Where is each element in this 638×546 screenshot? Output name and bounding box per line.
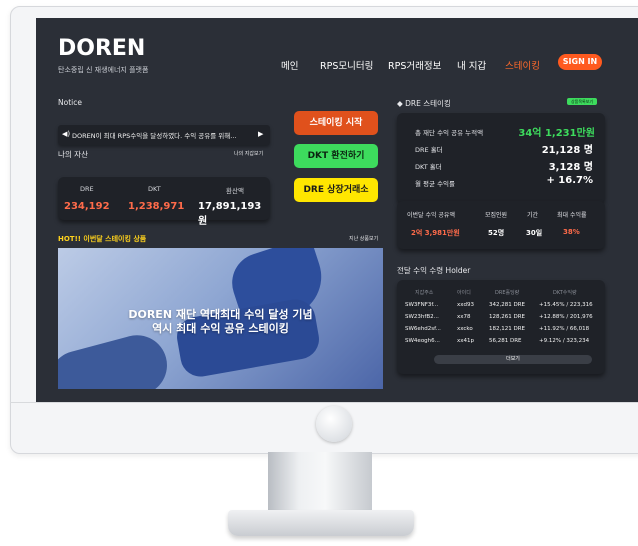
asset-value-dkt: 1,238,971 — [128, 201, 185, 212]
share-value-max-return: 38% — [563, 228, 580, 236]
share-value-period: 30일 — [526, 229, 543, 237]
share-value-amount: 2억 3,981만원 — [411, 229, 460, 237]
table-row-id: xx78 — [457, 314, 471, 320]
table-row-dkt: +15.45% / 223,316 — [539, 302, 593, 308]
table-row-wallet: SW6ehd2sf... — [405, 326, 441, 332]
stat-value-monthly-return: + 16.7% — [546, 175, 593, 186]
nav-staking[interactable]: 스테이킹 — [505, 58, 540, 72]
my-assets-label: 나의 자산 — [58, 150, 88, 159]
table-row-wallet: SW3FNF3f... — [405, 302, 439, 308]
stat-value-total: 34억 1,231만원 — [518, 128, 595, 139]
holders-header-dkt: DKT수익량 — [553, 290, 577, 296]
asset-value-dre: 234,192 — [64, 201, 110, 212]
holders-title: 전달 수익 수령 Holder — [397, 266, 471, 275]
table-row-dkt: +11.92% / 66,018 — [539, 326, 590, 332]
asset-card: DRE DKT 환산액 234,192 1,238,971 17,891,193… — [58, 177, 270, 227]
holders-header-dre: DRE홀딩량 — [495, 290, 520, 296]
past-products-link[interactable]: 지난 상품보기 — [349, 235, 378, 242]
dre-exchange-button[interactable]: DRE 상장거래소 — [294, 178, 378, 202]
speaker-icon: ◀) — [62, 130, 71, 138]
share-value-members: 52명 — [488, 229, 505, 237]
stat-value-dre-holders: 21,128 명 — [541, 145, 593, 156]
asset-header-krw: 환산액 — [226, 187, 244, 195]
table-row-dkt: +12.88% / 201,976 — [539, 314, 593, 320]
stat-label-dre-holders: DRE 홀더 — [415, 146, 443, 154]
table-row-dre: 128,261 DRE — [489, 314, 526, 320]
power-button-icon — [316, 406, 352, 442]
dre-staking-title: ◆ DRE 스테이킹 — [397, 99, 451, 108]
hot-product-label: HOT!! 이번달 스테이킹 상품 — [58, 235, 147, 243]
stat-label-total: 총 재단 수익 공유 누적액 — [415, 129, 484, 137]
staking-start-button[interactable]: 스테이킹 시작 — [294, 111, 378, 135]
monitor-chin-divider — [10, 402, 638, 403]
table-row-dre: 56,281 DRE — [489, 338, 522, 344]
nav-rps-monitoring[interactable]: RPS모니터링 — [320, 58, 373, 72]
more-button[interactable]: 더보기 — [434, 355, 592, 364]
nav-rps-trade-info[interactable]: RPS거래정보 — [388, 58, 441, 72]
table-row-id: xxcko — [457, 326, 473, 332]
share-header-members: 모집인원 — [485, 212, 508, 219]
notice-bar[interactable]: ◀) DOREN이 최대 RPS수익을 달성하였다. 수익 공유를 위해... … — [58, 125, 270, 145]
sign-in-button[interactable]: SIGN IN — [558, 54, 602, 70]
puzzle-hand-image — [58, 328, 174, 389]
asset-header-dre: DRE — [80, 185, 94, 193]
share-header-period: 기간 — [527, 212, 539, 219]
share-header-max-return: 최대 수익률 — [557, 212, 587, 219]
holders-header-wallet: 지갑주소 — [415, 290, 434, 296]
asset-header-dkt: DKT — [148, 185, 161, 193]
table-row-wallet: SW23hfB2... — [405, 314, 439, 320]
holders-header-id: 아이디 — [457, 290, 471, 296]
dre-stats-card: 총 재단 수익 공유 누적액 34억 1,231만원 DRE 홀더 21,128… — [397, 113, 605, 203]
monthly-share-card: 이번달 수익 공유액 모집인원 기간 최대 수익률 2억 3,981만원 52명… — [397, 201, 605, 249]
logo[interactable]: DOREN — [58, 36, 145, 61]
asset-value-krw: 17,891,193 원 — [198, 201, 262, 227]
banner-subtitle: 역시 최대 수익 공유 스테이킹 — [152, 322, 289, 335]
notice-text[interactable]: DOREN이 최대 RPS수익을 달성하였다. 수익 공유를 위해... — [72, 130, 236, 140]
website-screen: DOREN 탄소중립 신 재생에너지 플랫폼 메인 RPS모니터링 RPS거래정… — [36, 18, 638, 402]
monitor-stand-base — [228, 510, 414, 536]
nav-my-wallet[interactable]: 내 지갑 — [457, 58, 486, 72]
table-row-dre: 342,281 DRE — [489, 302, 526, 308]
stat-value-dkt-holders: 3,128 명 — [548, 162, 593, 173]
table-row-id: xxd93 — [457, 302, 474, 308]
dkt-exchange-button[interactable]: DKT 환전하기 — [294, 144, 378, 168]
table-row-dre: 182,121 DRE — [489, 326, 526, 332]
table-row-dkt: +9.12% / 323,234 — [539, 338, 590, 344]
wallet-link[interactable]: 나의 지갑보기 — [234, 150, 263, 157]
staking-banner[interactable]: DOREN 재단 역대최대 수익 달성 기념 역시 최대 수익 공유 스테이킹 — [58, 248, 383, 389]
share-header-amount: 이번달 수익 공유액 — [407, 212, 455, 219]
tagline: 탄소중립 신 재생에너지 플랫폼 — [58, 66, 149, 74]
monitor-stand-neck — [268, 452, 372, 514]
stat-label-monthly-return: 월 평균 수익률 — [415, 180, 456, 188]
play-icon[interactable]: ▶ — [258, 130, 263, 138]
table-row-id: xx41p — [457, 338, 474, 344]
stat-label-dkt-holders: DKT 홀더 — [415, 163, 442, 171]
nav-main[interactable]: 메인 — [281, 58, 298, 72]
notice-label: Notice — [58, 98, 82, 107]
product-list-badge[interactable]: 상품목록보기 — [567, 98, 597, 105]
table-row-wallet: SW4eogh6... — [405, 338, 440, 344]
